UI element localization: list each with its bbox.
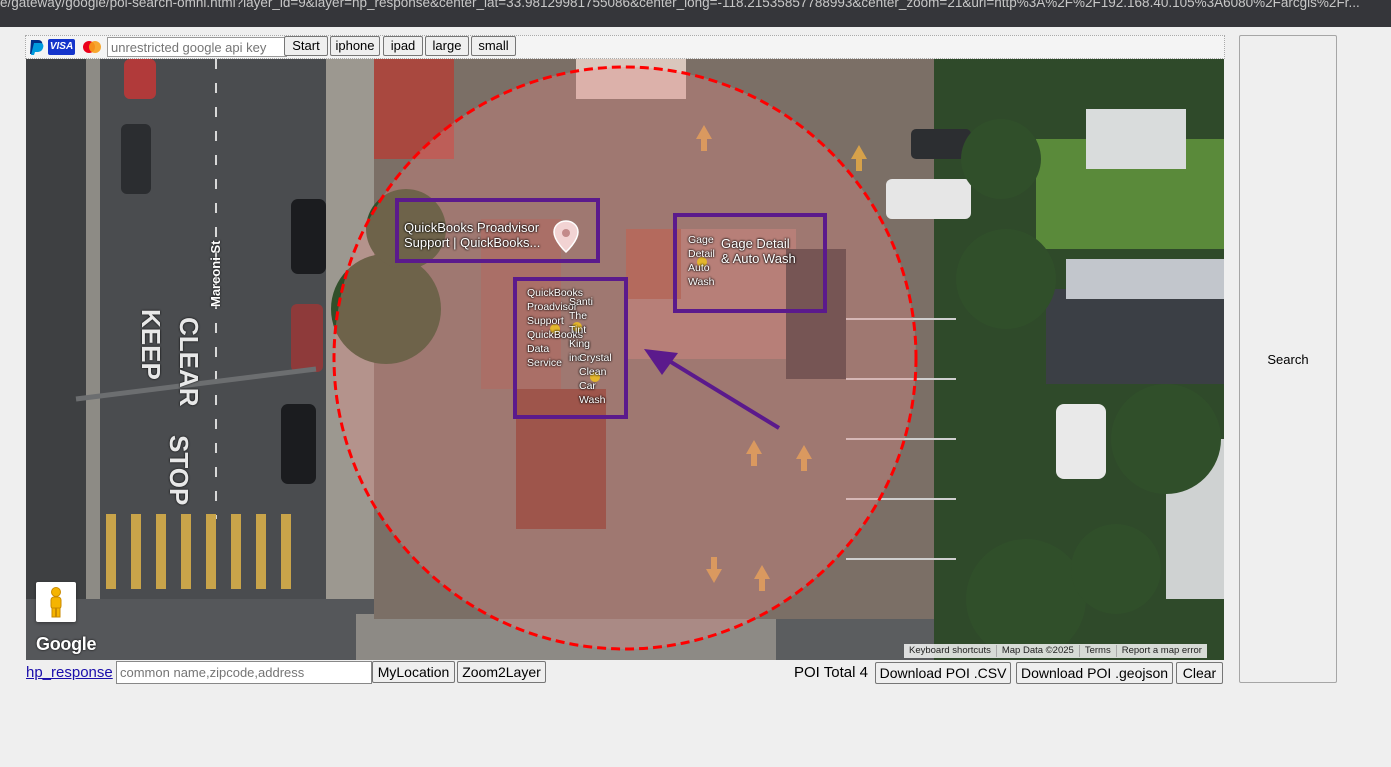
satellite-map[interactable]: QuickBooks Proadvisor Support | QuickBoo… xyxy=(26,59,1224,660)
poi-total: POI Total 4 xyxy=(794,664,868,681)
map-imagery xyxy=(26,59,1224,660)
road-marking-keep: KEEP xyxy=(136,309,166,380)
google-logo: Google xyxy=(36,634,97,654)
small-button[interactable]: small xyxy=(471,36,516,56)
report-map-error-link[interactable]: Report a map error xyxy=(1117,645,1207,657)
map-data-text: Map Data ©2025 xyxy=(997,645,1080,657)
terms-link[interactable]: Terms xyxy=(1080,645,1117,657)
road-marking-clear: CLEAR xyxy=(174,317,204,407)
search-button[interactable]: Search xyxy=(1239,35,1337,683)
cluster-label-crystal[interactable]: Crystal Clean Car Wash xyxy=(579,351,612,407)
iphone-button[interactable]: iphone xyxy=(330,36,380,56)
road-marking-stop: STOP xyxy=(164,435,194,506)
url-text: e/gateway/google/poi-search-omni.html?la… xyxy=(0,0,1360,10)
browser-url-bar[interactable]: e/gateway/google/poi-search-omni.html?la… xyxy=(0,0,1391,27)
start-button[interactable]: Start xyxy=(284,36,328,56)
keyboard-shortcuts-link[interactable]: Keyboard shortcuts xyxy=(904,645,997,657)
download-csv-button[interactable]: Download POI .CSV xyxy=(875,662,1011,684)
clear-button[interactable]: Clear xyxy=(1176,662,1223,684)
zoom2layer-button[interactable]: Zoom2Layer xyxy=(457,661,546,683)
poi-label-gage[interactable]: Gage Detail & Auto Wash xyxy=(721,236,796,266)
mylocation-button[interactable]: MyLocation xyxy=(372,661,455,683)
cluster-label-gage[interactable]: Gage Detail Auto Wash xyxy=(688,233,715,289)
street-view-pegman[interactable] xyxy=(36,582,76,622)
paypal-icon[interactable] xyxy=(27,39,47,55)
map-attribution: Keyboard shortcuts Map Data ©2025 Terms … xyxy=(904,644,1207,658)
street-label: Marconi St xyxy=(208,240,223,307)
pegman-icon xyxy=(50,587,62,618)
visa-icon[interactable]: VISA xyxy=(48,39,75,55)
top-toolbar: VISA Start iphone ipad large small xyxy=(25,35,1225,59)
download-geojson-button[interactable]: Download POI .geojson xyxy=(1016,662,1173,684)
poi-search-input[interactable] xyxy=(116,661,372,684)
mastercard-icon[interactable] xyxy=(81,39,103,55)
api-key-input[interactable] xyxy=(107,37,287,57)
bottom-toolbar: hp_response MyLocation Zoom2Layer POI To… xyxy=(25,660,1225,686)
large-button[interactable]: large xyxy=(425,36,469,56)
ipad-button[interactable]: ipad xyxy=(383,36,423,56)
poi-label-quickbooks[interactable]: QuickBooks Proadvisor Support | QuickBoo… xyxy=(404,220,540,250)
layer-link[interactable]: hp_response xyxy=(26,664,113,681)
